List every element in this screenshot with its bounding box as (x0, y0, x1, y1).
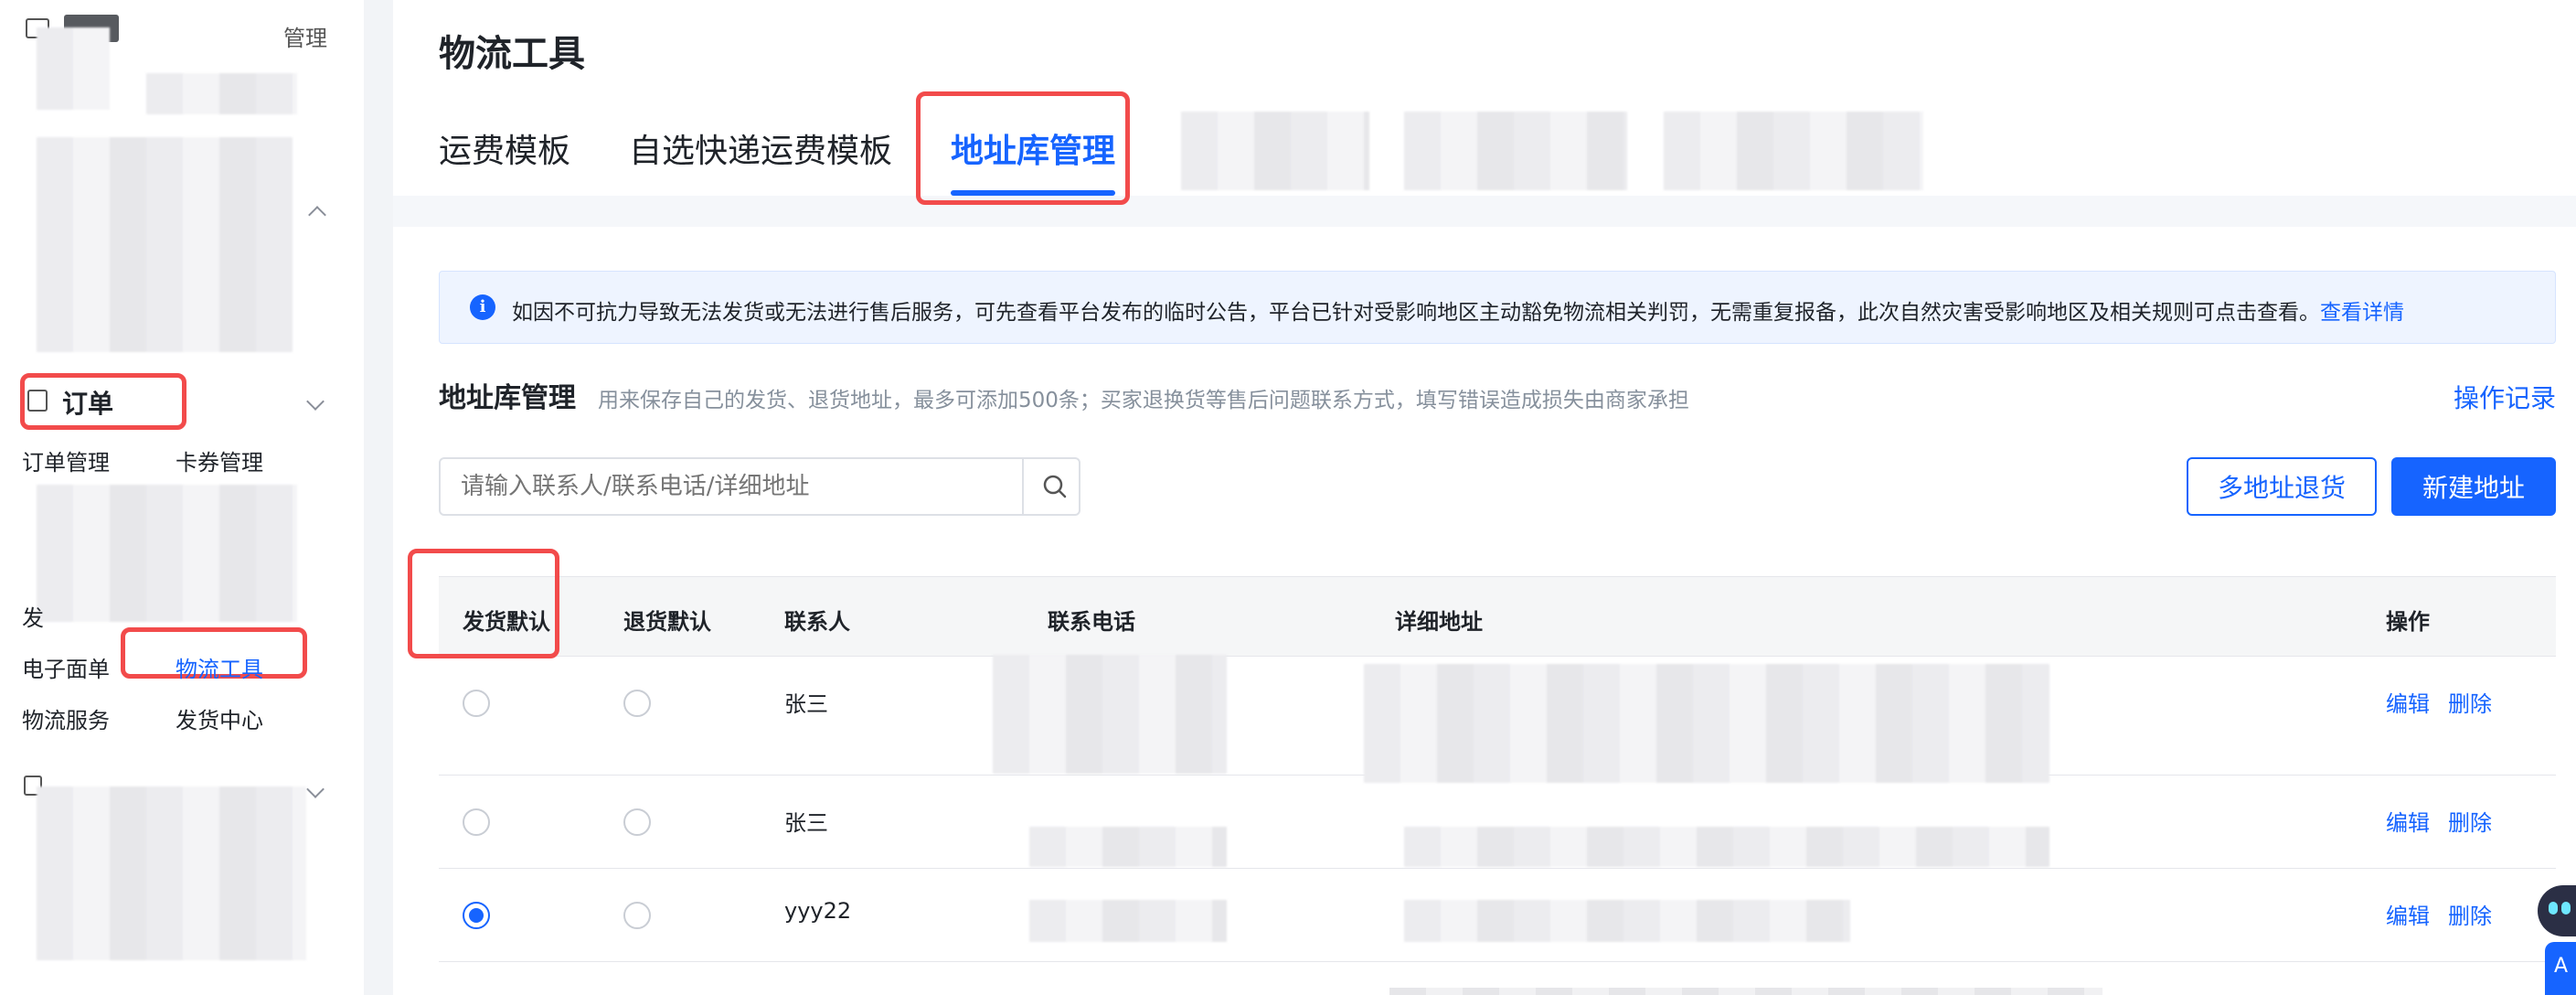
column-header-return-default: 退货默认 (623, 609, 711, 635)
sidebar-item-partial[interactable]: 发 (22, 600, 44, 632)
obscured-tab[interactable] (1404, 112, 1627, 190)
column-header-phone: 联系电话 (1048, 609, 1135, 635)
column-header-actions: 操作 (2386, 609, 2430, 635)
notice-detail-link[interactable]: 查看详情 (2320, 301, 2404, 325)
next-row-obscured (1389, 988, 2102, 995)
delete-link[interactable]: 删除 (2448, 898, 2492, 930)
search-divider (1022, 459, 1024, 514)
tab-address-library[interactable]: 地址库管理 (951, 124, 1115, 172)
return-default-radio[interactable] (623, 808, 651, 836)
ai-assistant-glyph: A (2554, 955, 2569, 978)
notice-text: 如因不可抗力导致无法发货或无法进行售后服务，可先查看平台发布的临时公告，平台已针… (512, 301, 2404, 325)
obscured-tab[interactable] (1181, 112, 1369, 190)
sidebar-item-logistics-service[interactable]: 物流服务 (22, 702, 110, 734)
page-title: 物流工具 (439, 33, 585, 75)
search-input[interactable] (442, 461, 1018, 512)
robot-eye (2549, 902, 2558, 915)
edit-link[interactable]: 编辑 (2386, 898, 2430, 930)
sidebar: 管理 订单 订单管理 卡券管理 发 电子面单 物流工具 物流服务 发货中心 (0, 0, 364, 995)
edit-link[interactable]: 编辑 (2386, 686, 2430, 718)
column-header-ship-default: 发货默认 (463, 609, 550, 635)
obscured-block (37, 27, 110, 110)
order-group-title[interactable]: 订单 (62, 384, 113, 421)
robot-eye (2561, 902, 2571, 915)
ship-default-radio[interactable] (463, 808, 490, 836)
sidebar-item-delivery-center[interactable]: 发货中心 (176, 702, 263, 734)
chevron-up-icon[interactable] (308, 206, 326, 224)
chevron-down-icon[interactable] (306, 392, 325, 411)
phone-cell-obscured (1029, 827, 1227, 867)
sidebar-item-e-waybill[interactable]: 电子面单 (22, 651, 110, 683)
contact-cell: 张三 (784, 810, 828, 836)
obscured-tab[interactable] (1664, 112, 1923, 190)
section-description: 用来保存自己的发货、退货地址，最多可添加500条；买家退换货等售后问题联系方式，… (598, 389, 1689, 412)
search-icon (1043, 475, 1067, 498)
info-icon: i (470, 294, 495, 320)
header-divider (393, 196, 2576, 227)
obscured-block (37, 786, 306, 960)
ai-assistant-button[interactable]: A (2545, 942, 2576, 995)
address-cell-obscured (1404, 827, 2049, 867)
ship-default-radio[interactable] (463, 690, 490, 717)
obscured-block (37, 137, 293, 352)
phone-cell-obscured (1029, 900, 1227, 942)
table-header (439, 576, 2556, 657)
sidebar-item-logistics-tool[interactable]: 物流工具 (176, 651, 263, 683)
delete-link[interactable]: 删除 (2448, 805, 2492, 837)
sidebar-item-order-manage[interactable]: 订单管理 (22, 444, 110, 476)
address-cell-obscured (1364, 664, 2049, 783)
column-header-address: 详细地址 (1395, 609, 1483, 635)
phone-cell-obscured (993, 655, 1227, 774)
operation-record-link[interactable]: 操作记录 (2454, 379, 2556, 415)
top-right-label[interactable]: 管理 (283, 20, 327, 52)
return-default-radio[interactable] (623, 690, 651, 717)
obscured-block (37, 485, 297, 622)
delete-link[interactable]: 删除 (2448, 686, 2492, 718)
address-cell-obscured (1404, 900, 1850, 942)
sidebar-item-coupon-manage[interactable]: 卡券管理 (176, 444, 263, 476)
active-tab-indicator (951, 190, 1115, 196)
edit-link[interactable]: 编辑 (2386, 805, 2430, 837)
section-title: 地址库管理 (439, 382, 576, 414)
multi-address-return-button[interactable]: 多地址退货 (2187, 457, 2377, 516)
obscured-block (146, 73, 297, 114)
column-header-contact: 联系人 (784, 609, 850, 635)
tab-custom-express-template[interactable]: 自选快递运费模板 (629, 124, 892, 172)
sidebar-divider (364, 0, 393, 995)
document-icon (27, 390, 48, 412)
search-button[interactable] (1033, 463, 1077, 510)
tab-freight-template[interactable]: 运费模板 (439, 124, 570, 172)
chevron-down-icon[interactable] (306, 780, 325, 798)
ship-default-radio[interactable] (463, 902, 490, 929)
return-default-radio[interactable] (623, 902, 651, 929)
new-address-button[interactable]: 新建地址 (2391, 457, 2556, 516)
contact-cell: 张三 (784, 691, 828, 717)
contact-cell: yyy22 (784, 898, 852, 924)
